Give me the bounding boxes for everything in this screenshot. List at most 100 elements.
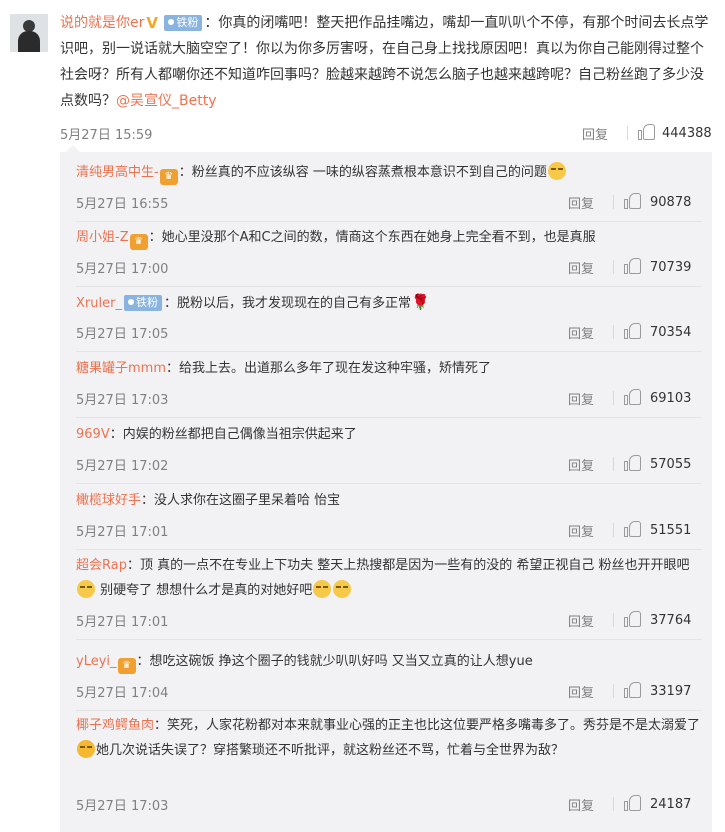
reply-username[interactable]: 周小姐-Z bbox=[76, 230, 129, 245]
reply-text: 椰子鸡鳄鱼肉：笑死，人家花粉都对本来就事业心强的正主也比这位要严格多嘴毒多了。秀… bbox=[76, 713, 702, 763]
reply-text: 糖果罐子mmm：给我上去。出道那么多年了现在发这种牢骚，矫情死了 bbox=[76, 356, 702, 381]
row-divider bbox=[76, 221, 702, 222]
reply-button[interactable]: 回复 bbox=[568, 389, 594, 408]
divider bbox=[613, 325, 614, 339]
main-comment-text: 说的就是你er V 铁粉 ：你真的闭嘴吧！整天把作品挂嘴边，嘴却一直叭叭个不停，有那个… bbox=[60, 10, 710, 114]
main-like-button[interactable]: 444388 bbox=[638, 124, 712, 141]
divider bbox=[627, 126, 628, 140]
row-divider bbox=[76, 483, 702, 484]
like-button[interactable]: 70354 bbox=[624, 323, 691, 340]
divider bbox=[613, 260, 614, 274]
like-button[interactable]: 70739 bbox=[624, 258, 691, 275]
reply-footer: 5月27日 17:03 回复 24187 bbox=[76, 795, 702, 814]
fan-level-icon: ♛ bbox=[159, 169, 178, 185]
thumbs-up-icon bbox=[624, 682, 642, 698]
reply-username[interactable]: Xruler_ bbox=[76, 296, 122, 311]
reply-username[interactable]: 椰子鸡鳄鱼肉 bbox=[76, 718, 154, 733]
reply-time: 5月27日 17:01 bbox=[76, 525, 169, 540]
reply-button[interactable]: 回复 bbox=[568, 611, 594, 630]
reply-username[interactable]: 糖果罐子mmm bbox=[76, 361, 166, 376]
reply-text: 橄榄球好手：没人求你在这圈子里呆着哈 怡宝 bbox=[76, 488, 702, 513]
row-divider bbox=[76, 351, 702, 352]
like-button[interactable]: 33197 bbox=[624, 682, 691, 699]
reply-button[interactable]: 回复 bbox=[568, 521, 594, 540]
divider bbox=[613, 797, 614, 811]
main-username[interactable]: 说的就是你er bbox=[60, 15, 144, 31]
thumbs-up-icon bbox=[624, 611, 642, 627]
like-button[interactable]: 51551 bbox=[624, 521, 691, 538]
like-button[interactable]: 24187 bbox=[624, 795, 691, 812]
like-count: 51551 bbox=[650, 523, 692, 538]
reply-button[interactable]: 回复 bbox=[568, 193, 594, 212]
reply-body-continued: 她几次说话失误了？穿搭繁琐还不听批评，就这粉丝还不骂，忙着与全世界为敌？ bbox=[96, 743, 565, 758]
mention-link[interactable]: @吴宣仪_Betty bbox=[116, 93, 216, 109]
reply-body: ：她心里没那个A和C之间的数，情商这个东西在她身上完全看不到，也是真服 bbox=[148, 230, 596, 245]
thumbs-up-icon bbox=[624, 323, 642, 339]
like-button[interactable]: 90878 bbox=[624, 193, 691, 210]
divider bbox=[613, 195, 614, 209]
divider bbox=[613, 457, 614, 471]
reply-footer: 5月27日 17:05 回复 70354 bbox=[76, 323, 702, 342]
reply-text: 超会Rap：顶 真的一点不在专业上下功夫 整天上热搜都是因为一些有的没的 希望正… bbox=[76, 553, 702, 603]
reply-body: ：给我上去。出道那么多年了现在发这种牢骚，矫情死了 bbox=[166, 361, 492, 376]
replies-panel: 清纯男高中生- ♛ ：粉丝真的不应该纵容 一味的纵容蒸煮根本意识不到自己的问题 5月… bbox=[60, 145, 712, 832]
reply-button[interactable]: 回复 bbox=[568, 682, 594, 701]
fan-badge-label: 铁粉 bbox=[176, 16, 199, 29]
emoji-icon bbox=[77, 580, 95, 598]
emoji-icon bbox=[547, 162, 566, 180]
reply-body-continued: 别硬夸了 想想什么才是真的对她好吧 bbox=[96, 583, 313, 598]
rose-icon: 🌹 bbox=[410, 293, 430, 311]
reply-button[interactable]: 回复 bbox=[568, 258, 594, 277]
row-divider bbox=[76, 710, 702, 711]
row-divider bbox=[76, 549, 702, 550]
verified-v-icon: V bbox=[146, 14, 158, 32]
reply-time: 5月27日 17:00 bbox=[76, 262, 169, 277]
reply-footer: 5月27日 17:00 回复 70739 bbox=[76, 258, 702, 277]
reply-text: 周小姐-Z ♛ ：她心里没那个A和C之间的数，情商这个东西在她身上完全看不到，也是真… bbox=[76, 225, 702, 250]
reply-body: ：没人求你在这圈子里呆着哈 怡宝 bbox=[141, 493, 341, 508]
fan-badge: 铁粉 bbox=[123, 295, 162, 311]
emoji-icon bbox=[333, 580, 352, 598]
main-like-count: 444388 bbox=[662, 126, 712, 141]
avatar[interactable] bbox=[10, 14, 48, 52]
reply-button[interactable]: 回复 bbox=[568, 455, 594, 474]
reply-username[interactable]: 969V bbox=[76, 427, 110, 442]
row-divider bbox=[76, 639, 702, 640]
reply-button[interactable]: 回复 bbox=[568, 323, 594, 342]
reply-footer: 5月27日 17:02 回复 57055 bbox=[76, 455, 702, 474]
reply-username[interactable]: 橄榄球好手 bbox=[76, 493, 141, 508]
reply-body: ：顶 真的一点不在专业上下功夫 整天上热搜都是因为一些有的没的 希望正视自己 粉… bbox=[126, 558, 690, 573]
fan-badge-icon bbox=[127, 299, 134, 305]
divider bbox=[613, 391, 614, 405]
reply-body: ：脱粉以后，我才发现现在的自己有多正常 bbox=[163, 296, 411, 311]
like-count: 70739 bbox=[650, 260, 692, 275]
reply-username[interactable]: 清纯男高中生- bbox=[76, 165, 159, 180]
like-count: 33197 bbox=[650, 684, 692, 699]
reply-time: 5月27日 17:04 bbox=[76, 686, 169, 701]
reply-text: 969V：内娱的粉丝都把自己偶像当祖宗供起来了 bbox=[76, 422, 702, 447]
reply-time: 5月27日 17:01 bbox=[76, 615, 169, 630]
row-divider bbox=[76, 417, 702, 418]
like-count: 57055 bbox=[650, 457, 692, 472]
reply-body: ：内娱的粉丝都把自己偶像当祖宗供起来了 bbox=[109, 427, 357, 442]
fan-badge-icon bbox=[168, 19, 175, 25]
fan-badge: 铁粉 bbox=[164, 15, 203, 31]
like-button[interactable]: 37764 bbox=[624, 611, 691, 628]
avatar-body bbox=[18, 31, 40, 52]
thumbs-up-icon bbox=[624, 193, 642, 209]
divider bbox=[613, 613, 614, 627]
reply-username[interactable]: yLeyi_ bbox=[76, 654, 117, 669]
main-reply-button[interactable]: 回复 bbox=[582, 124, 608, 143]
like-button[interactable]: 69103 bbox=[624, 389, 691, 406]
reply-time: 5月27日 17:03 bbox=[76, 799, 169, 814]
reply-button[interactable]: 回复 bbox=[568, 795, 594, 814]
fan-level-icon: ♛ bbox=[117, 658, 136, 674]
thumbs-up-icon bbox=[624, 455, 642, 471]
reply-username[interactable]: 超会Rap bbox=[76, 558, 127, 573]
like-count: 70354 bbox=[650, 325, 692, 340]
reply-body: ：想吃这碗饭 挣这个圈子的钱就少叭叭好吗 又当又立真的让人想yue bbox=[136, 654, 533, 669]
reply-time: 5月27日 16:55 bbox=[76, 197, 169, 212]
like-button[interactable]: 57055 bbox=[624, 455, 691, 472]
thumbs-up-icon bbox=[624, 258, 642, 274]
divider bbox=[613, 684, 614, 698]
